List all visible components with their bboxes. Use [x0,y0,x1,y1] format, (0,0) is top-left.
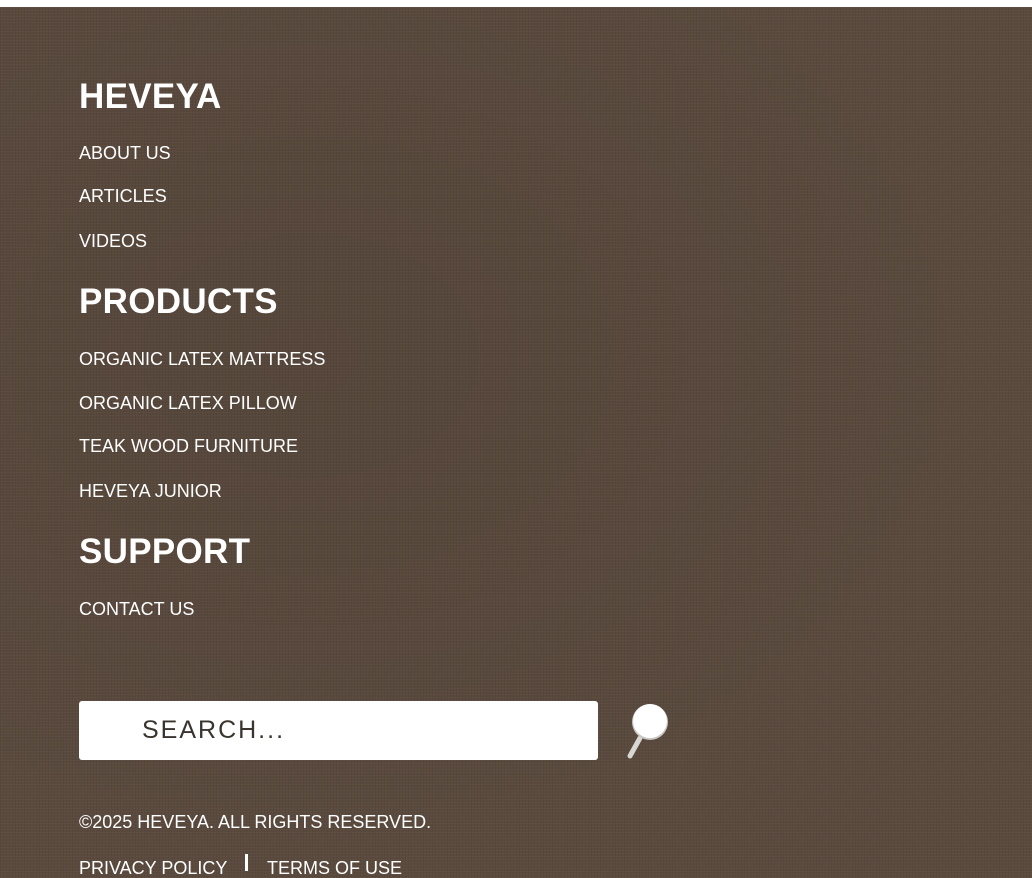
link-organic-latex-pillow[interactable]: ORGANIC LATEX PILLOW [79,392,297,414]
link-about-us[interactable]: ABOUT US [79,142,171,164]
link-contact-us[interactable]: CONTACT US [79,598,194,620]
heading-heveya: HEVEYA [79,77,222,116]
heading-products: PRODUCTS [79,282,278,321]
site-footer: HEVEYA ABOUT US ARTICLES VIDEOS PRODUCTS… [0,7,1032,878]
legal-divider [245,854,248,871]
link-articles[interactable]: ARTICLES [79,185,167,207]
link-privacy-policy[interactable]: PRIVACY POLICY [79,857,227,878]
magnifier-icon [627,704,668,759]
link-heveya-junior[interactable]: HEVEYA JUNIOR [79,480,222,502]
search-box [79,701,598,760]
link-videos[interactable]: VIDEOS [79,230,147,252]
link-teak-wood-furniture[interactable]: TEAK WOOD FURNITURE [79,435,298,457]
link-organic-latex-mattress[interactable]: ORGANIC LATEX MATTRESS [79,348,325,370]
search-button[interactable] [624,701,672,761]
link-terms-of-use[interactable]: TERMS OF USE [267,857,402,878]
search-input[interactable] [79,701,598,760]
copyright-text: ©2025 HEVEYA. ALL RIGHTS RESERVED. [79,812,432,832]
heading-support: SUPPORT [79,532,251,571]
